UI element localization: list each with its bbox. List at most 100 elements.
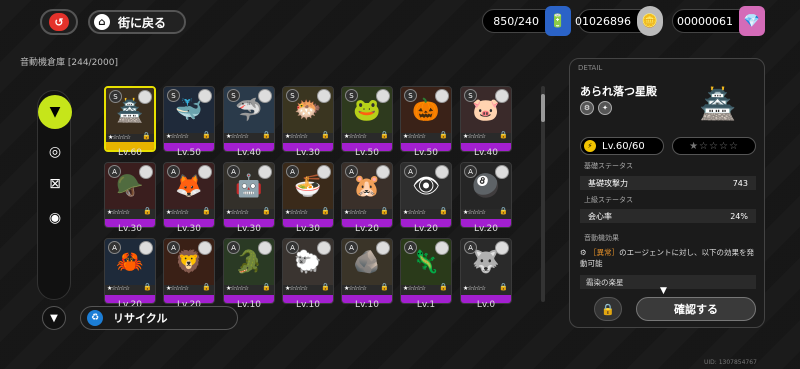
lock-icon: 🔒 — [321, 283, 330, 291]
rank-badge: A — [167, 165, 180, 178]
lock-icon: 🔒 — [143, 283, 152, 291]
card-level: Lv.50 — [177, 148, 201, 158]
w-engine-card[interactable]: 🦁 A ★☆☆☆☆ 🔒 — [163, 238, 215, 304]
base-stat-value: 743 — [732, 178, 748, 188]
base-stats-title: 基礎ステータス — [584, 162, 633, 170]
home-icon: ⌂ — [94, 14, 110, 30]
level-value: Lv.60/60 — [602, 140, 645, 152]
card-stars: ★☆☆☆☆ — [226, 209, 249, 216]
equipped-agent-avatar — [376, 165, 390, 179]
disc-tab[interactable]: ◎ — [42, 139, 68, 165]
w-engine-card[interactable]: 🐊 A ★☆☆☆☆ 🔒 — [223, 238, 275, 304]
w-engine-card[interactable]: 🏯 S ★☆☆☆☆ 🔒 — [104, 86, 156, 152]
lock-icon: 🔒 — [202, 283, 211, 291]
rank-badge: A — [167, 241, 180, 254]
card-stars: ★☆☆☆☆ — [166, 209, 189, 216]
w-engine-card[interactable]: 🐳 S ★☆☆☆☆ 🔒 — [163, 86, 215, 152]
w-engine-card[interactable]: 🦎 A ★☆☆☆☆ 🔒 — [400, 238, 452, 304]
storage-title: 音動機倉庫 [244/2000] — [20, 58, 118, 68]
w-engine-card[interactable]: 🪖 A ★☆☆☆☆ 🔒 — [104, 162, 156, 228]
card-level: Lv.40 — [237, 148, 261, 158]
card-stars: ★☆☆☆☆ — [166, 285, 189, 292]
w-engine-card[interactable]: 🦊 A ★☆☆☆☆ 🔒 — [163, 162, 215, 228]
rank-badge: A — [345, 241, 358, 254]
base-stat-name: 基礎攻撃力 — [588, 178, 628, 188]
w-engine-card[interactable]: 🐸 S ★☆☆☆☆ 🔒 — [341, 86, 393, 152]
w-engine-card[interactable]: 🎱 A ★☆☆☆☆ 🔒 — [460, 162, 512, 228]
filter-button[interactable]: ▼ — [42, 306, 66, 330]
card-stars: ★☆☆☆☆ — [285, 133, 308, 140]
category-rail: ▼ ◎ ⊠ ◉ — [37, 90, 72, 300]
battery-value: 850/240 — [493, 14, 539, 28]
equipped-agent-avatar — [258, 89, 272, 103]
card-stars: ★☆☆☆☆ — [403, 133, 426, 140]
rank-badge: A — [286, 165, 299, 178]
lock-button[interactable]: 🔒 — [594, 297, 622, 321]
equipped-agent-avatar — [435, 89, 449, 103]
bangboo-tab[interactable]: ⊠ — [42, 171, 68, 197]
refinement-stars: ★☆☆☆☆ — [672, 137, 756, 155]
rank-badge: A — [286, 241, 299, 254]
w-engine-card[interactable]: 🤖 A ★☆☆☆☆ 🔒 — [223, 162, 275, 228]
return-to-town-button[interactable]: ⌂ 街に戻る — [88, 10, 187, 34]
confirm-label: 確認する — [674, 303, 718, 316]
w-engine-card[interactable]: 👁 A ★☆☆☆☆ 🔒 — [400, 162, 452, 228]
lock-icon: 🔒 — [499, 283, 508, 291]
w-engine-card[interactable]: 🐡 S ★☆☆☆☆ 🔒 — [282, 86, 334, 152]
scroll-down-icon[interactable]: ▼ — [660, 286, 667, 296]
w-engine-card[interactable]: 🍜 A ★☆☆☆☆ 🔒 — [282, 162, 334, 228]
recycle-button[interactable]: ♻ リサイクル — [80, 306, 238, 330]
w-engine-card[interactable]: 🐺 A ★☆☆☆☆ 🔒 — [460, 238, 512, 304]
scrollbar[interactable] — [541, 86, 545, 302]
w-engine-icon: ▼ — [49, 104, 61, 120]
w-engine-card[interactable]: 🦈 S ★☆☆☆☆ 🔒 — [223, 86, 275, 152]
disc-icon: ◎ — [48, 144, 62, 160]
return-to-town-label: 街に戻る — [118, 15, 167, 30]
card-level: Lv.30 — [177, 224, 201, 234]
w-engine-card[interactable]: 🪨 A ★☆☆☆☆ 🔒 — [341, 238, 393, 304]
card-stars: ★☆☆☆☆ — [463, 285, 486, 292]
card-level: Lv.10 — [296, 300, 320, 310]
rank-badge: A — [464, 165, 477, 178]
w-engine-card[interactable]: 🎃 S ★☆☆☆☆ 🔒 — [400, 86, 452, 152]
w-engine-tab[interactable]: ▼ — [38, 95, 72, 129]
denny-counter[interactable]: 01026896 🪙 — [575, 6, 663, 36]
level-icon: ⚡ — [584, 140, 596, 152]
card-level: Lv.60 — [118, 148, 142, 158]
rank-badge: A — [227, 241, 240, 254]
scroll-thumb[interactable] — [541, 94, 545, 122]
lock-icon: 🔒 — [202, 131, 211, 139]
confirm-button[interactable]: 確認する — [636, 297, 756, 321]
card-stars: ★☆☆☆☆ — [403, 285, 426, 292]
w-engine-card[interactable]: 🦀 A ★☆☆☆☆ 🔒 — [104, 238, 156, 304]
effect-name: 霜染の楽星 — [586, 277, 624, 287]
back-button[interactable]: ↺ — [40, 9, 78, 35]
w-engine-grid: 🏯 S ★☆☆☆☆ 🔒 Lv.60 🐳 S ★☆☆☆☆ 🔒 Lv.50 🦈 S ★☆☆☆☆ 🔒 Lv.40 🐡… — [96, 80, 550, 310]
ring-icon: ◉ — [48, 210, 62, 226]
w-engine-card[interactable]: 🐑 A ★☆☆☆☆ 🔒 — [282, 238, 334, 304]
recycle-label: リサイクル — [113, 312, 168, 325]
denny-coin-icon: 🪙 — [637, 6, 663, 36]
stars-value: ★☆☆☆☆ — [689, 140, 739, 152]
equipped-agent-avatar — [495, 165, 509, 179]
lock-icon: 🔒 — [321, 207, 330, 215]
ring-tab[interactable]: ◉ — [42, 205, 68, 231]
polychrome-icon: 💎 — [739, 6, 765, 36]
rank-badge: A — [464, 241, 477, 254]
card-level: Lv.20 — [414, 224, 438, 234]
lock-icon: 🔒 — [499, 207, 508, 215]
polychrome-counter[interactable]: 00000061 💎 — [672, 6, 765, 36]
lock-icon: 🔒 — [262, 283, 271, 291]
effect-name-row: 霜染の楽星 — [580, 275, 756, 289]
equipped-agent-avatar — [435, 241, 449, 255]
battery-charge-counter[interactable]: 850/240 🔋 — [482, 6, 571, 36]
lock-icon: 🔒 — [499, 131, 508, 139]
return-icon: ↺ — [49, 13, 69, 31]
detail-header: DETAIL — [578, 64, 603, 72]
recycle-icon: ♻ — [87, 310, 103, 326]
lock-icon: 🔒 — [380, 207, 389, 215]
w-engine-card[interactable]: 🐷 S ★☆☆☆☆ 🔒 — [460, 86, 512, 152]
card-stars: ★☆☆☆☆ — [403, 209, 426, 216]
card-level: Lv.50 — [355, 148, 379, 158]
w-engine-card[interactable]: 🐹 A ★☆☆☆☆ 🔒 — [341, 162, 393, 228]
